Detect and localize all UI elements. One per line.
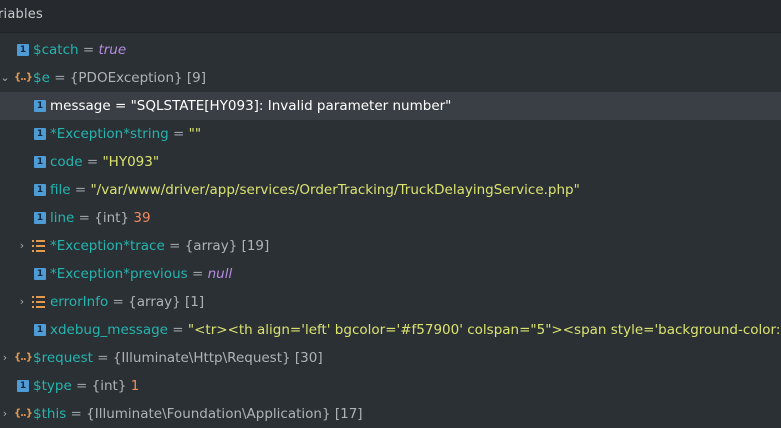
variable-type: {int}: [91, 378, 131, 394]
variable-name: *Exception*trace: [50, 238, 165, 254]
variable-value: "/var/www/driver/app/services/OrderTrack…: [90, 182, 580, 198]
variable-value: 39: [133, 210, 151, 226]
variable-name: line: [50, 210, 75, 226]
variable-name: $catch: [33, 42, 79, 58]
chevron-right-icon[interactable]: ›: [17, 232, 27, 260]
object-braces-icon: {..}: [14, 72, 33, 83]
variable-type: {array} [1]: [128, 294, 205, 310]
variable-row-code[interactable]: code = "HY093": [0, 148, 781, 176]
variable-name: file: [50, 182, 71, 198]
primitive-value-icon: [34, 156, 46, 168]
chevron-down-icon[interactable]: ⌄: [0, 64, 10, 92]
variable-value: "": [188, 126, 202, 142]
primitive-value-icon: [17, 380, 29, 392]
panel-title: riables: [0, 7, 43, 22]
primitive-value-icon: [34, 268, 46, 280]
variable-value: "HY093": [102, 154, 160, 170]
primitive-value-icon: [34, 212, 46, 224]
variable-row-exception-previous[interactable]: *Exception*previous = null: [0, 260, 781, 288]
variable-value: 1: [130, 378, 140, 394]
variable-name: *Exception*previous: [50, 266, 188, 282]
variable-value: true: [98, 42, 127, 58]
variable-name: *Exception*string: [50, 126, 169, 142]
variable-row-xdebug-message[interactable]: xdebug_message = "<tr><th align='left' b…: [0, 316, 781, 344]
variable-name: $type: [33, 378, 72, 394]
variable-name: xdebug_message: [50, 322, 168, 338]
variable-row-exception-string[interactable]: *Exception*string = "": [0, 120, 781, 148]
variable-value: null: [207, 266, 233, 282]
variable-row-request[interactable]: › {..} $request = {Illuminate\Http\Reque…: [0, 344, 781, 372]
primitive-value-icon: [34, 324, 46, 336]
variable-type: {Illuminate\Foundation\Application} [17]: [86, 406, 363, 422]
variable-name: message: [50, 98, 111, 114]
variable-name: code: [50, 154, 83, 170]
primitive-value-icon: [34, 184, 46, 196]
primitive-value-icon: [34, 128, 46, 140]
variable-row-line[interactable]: line = {int} 39: [0, 204, 781, 232]
primitive-value-icon: [17, 44, 29, 56]
variable-value: "SQLSTATE[HY093]: Invalid parameter numb…: [130, 98, 452, 114]
variable-name: $this: [33, 406, 67, 422]
variable-type: {int}: [94, 210, 134, 226]
variable-row-e[interactable]: ⌄ {..} $e = {PDOException} [9]: [0, 64, 781, 92]
object-braces-icon: {..}: [14, 408, 33, 419]
variable-row-exception-trace[interactable]: › *Exception*trace = {array} [19]: [0, 232, 781, 260]
array-list-icon: [32, 296, 45, 308]
chevron-right-icon[interactable]: ›: [0, 344, 10, 372]
variables-tree: $catch = true ⌄ {..} $e = {PDOException}…: [0, 36, 781, 428]
variable-row-errorinfo[interactable]: › errorInfo = {array} [1]: [0, 288, 781, 316]
variable-row-catch[interactable]: $catch = true: [0, 36, 781, 64]
chevron-right-icon[interactable]: ›: [17, 288, 27, 316]
variable-type: {array} [19]: [184, 238, 270, 254]
variable-type: {Illuminate\Http\Request} [30]: [112, 350, 323, 366]
variable-name: errorInfo: [50, 294, 109, 310]
variable-row-this[interactable]: › {..} $this = {Illuminate\Foundation\Ap…: [0, 400, 781, 428]
variable-row-message[interactable]: message = "SQLSTATE[HY093]: Invalid para…: [0, 92, 781, 120]
variable-value: "<tr><th align='left' bgcolor='#f57900' …: [187, 322, 781, 338]
object-braces-icon: {..}: [14, 352, 33, 363]
variable-name: $e: [33, 70, 50, 86]
variable-row-type[interactable]: $type = {int} 1: [0, 372, 781, 400]
variable-type: {PDOException} [9]: [69, 70, 207, 86]
chevron-right-icon[interactable]: ›: [0, 400, 10, 428]
variable-name: $request: [33, 350, 93, 366]
variables-panel-header: riables: [0, 0, 781, 33]
variable-row-file[interactable]: file = "/var/www/driver/app/services/Ord…: [0, 176, 781, 204]
primitive-value-icon: [34, 100, 46, 112]
array-list-icon: [32, 240, 45, 252]
